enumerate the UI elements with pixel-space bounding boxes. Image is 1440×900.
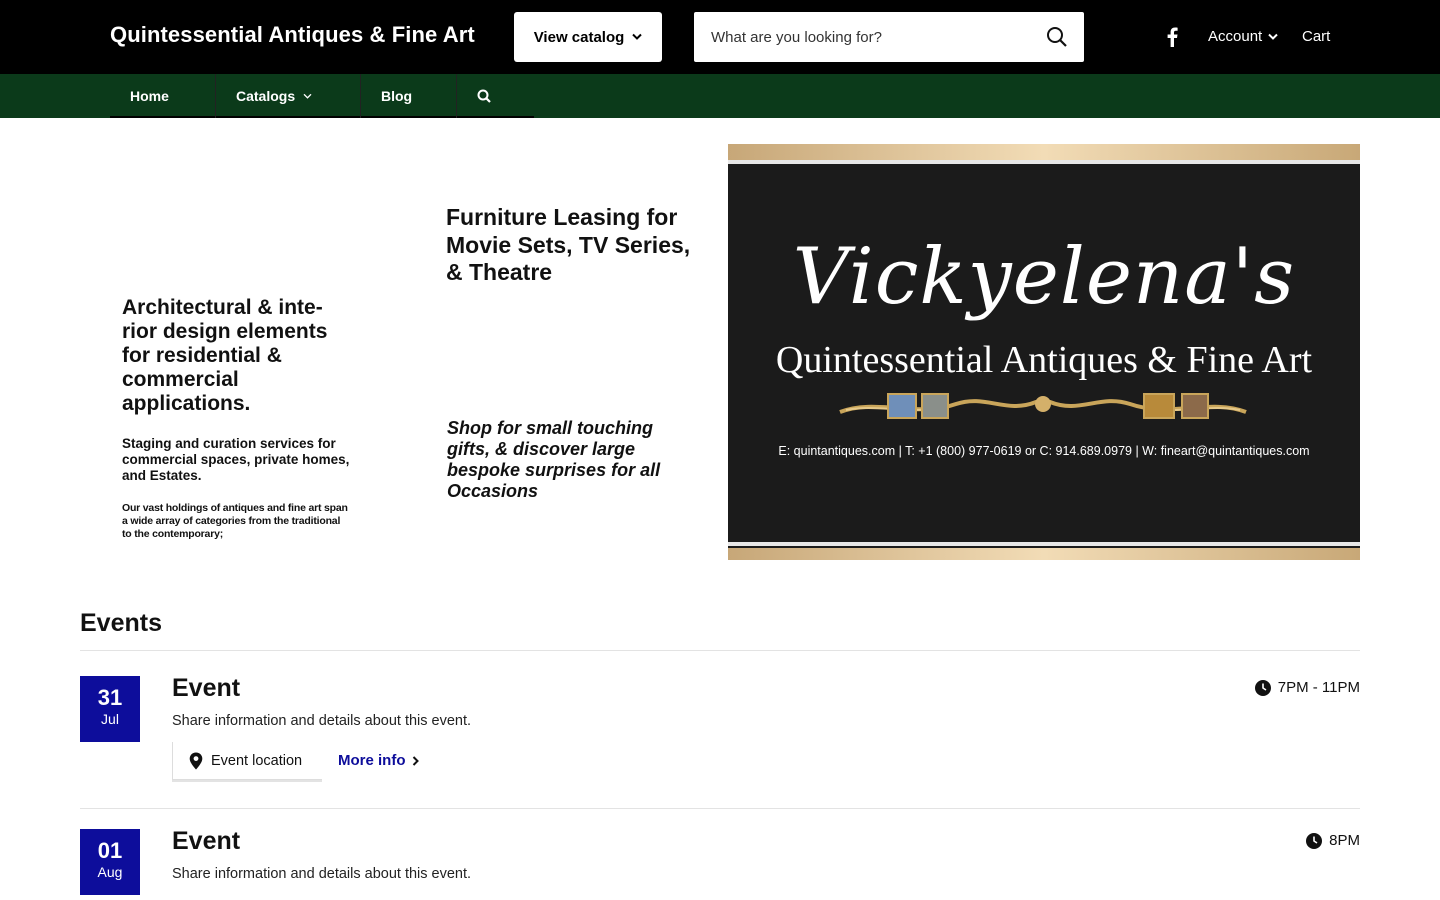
event-time: 8PM — [1306, 832, 1360, 849]
chevron-down-icon — [1268, 33, 1278, 40]
nav-item-catalogs[interactable]: Catalogs — [216, 74, 361, 118]
search-input[interactable] — [694, 12, 1034, 62]
main-navigation: Home Catalogs Blog — [0, 74, 1440, 118]
hero-left-column: Architectural & inte-rior design element… — [122, 296, 352, 541]
event-day: 01 — [97, 838, 123, 863]
facebook-icon[interactable] — [1164, 27, 1182, 47]
furniture-leasing-heading: Furniture Leasing for Movie Sets, TV Ser… — [446, 204, 691, 285]
nav-item-label: Catalogs — [236, 88, 296, 104]
event-time-text: 8PM — [1329, 832, 1360, 849]
clock-icon — [1306, 832, 1323, 849]
top-header: Quintessential Antiques & Fine Art View … — [0, 0, 1440, 74]
nav-search-button[interactable] — [457, 74, 534, 118]
event-date-badge: 01 Aug — [80, 829, 140, 895]
view-catalog-button[interactable]: View catalog — [514, 12, 662, 62]
event-day: 31 — [97, 685, 123, 710]
view-catalog-label: View catalog — [533, 28, 625, 46]
hero-small-text: Our vast holdings of antiques and fine a… — [122, 502, 348, 540]
more-info-link[interactable]: More info — [338, 752, 419, 769]
nav-list: Home Catalogs Blog — [110, 74, 534, 118]
chevron-down-icon — [303, 93, 312, 99]
event-location-text: Event location — [211, 752, 303, 769]
banner-script-name: Vickyelena's — [792, 232, 1296, 322]
banner-silver-band-bottom — [728, 542, 1360, 546]
event-location[interactable]: Event location — [172, 742, 322, 780]
more-info-label: More info — [338, 752, 406, 769]
banner-subtitle: Quintessential Antiques & Fine Art — [775, 339, 1313, 381]
event-title[interactable]: Event — [172, 827, 240, 856]
nav-item-label: Home — [130, 88, 169, 104]
brand-logo-text[interactable]: Quintessential Antiques & Fine Art — [110, 22, 475, 48]
event-time: 7PM - 11PM — [1254, 679, 1360, 696]
hero-heading: Architectural & inte-rior design element… — [122, 296, 328, 415]
nav-item-home[interactable]: Home — [110, 74, 216, 118]
event-description: Share information and details about this… — [172, 866, 472, 882]
account-menu[interactable]: Account — [1208, 28, 1278, 45]
gift-shop-tagline: Shop for small touching gifts, & discove… — [447, 418, 661, 501]
banner-gold-band-top — [728, 144, 1360, 160]
cart-link[interactable]: Cart — [1302, 28, 1330, 45]
event-time-text: 7PM - 11PM — [1277, 679, 1360, 696]
brand-banner-image: Vickyelena's Quintessential Antiques & F… — [728, 144, 1360, 560]
nav-item-blog[interactable]: Blog — [361, 74, 457, 118]
event-divider — [80, 808, 1360, 809]
account-label: Account — [1208, 28, 1263, 45]
chevron-down-icon — [632, 33, 643, 40]
hero-subheading: Staging and curation services for commer… — [122, 436, 350, 483]
gold-ornament-icon — [839, 393, 1247, 419]
clock-icon — [1254, 679, 1271, 696]
banner-contact-line: E: quintantiques.com | T: +1 (800) 977-0… — [778, 444, 1310, 458]
events-section-title: Events — [80, 609, 162, 637]
search-icon[interactable] — [1046, 26, 1068, 48]
event-date-badge: 31 Jul — [80, 676, 140, 742]
banner-gold-band-bottom — [728, 548, 1360, 560]
event-month: Aug — [97, 864, 123, 880]
section-divider — [80, 650, 1360, 651]
search-icon — [477, 89, 491, 103]
banner-silver-band-top — [728, 160, 1360, 164]
event-title[interactable]: Event — [172, 674, 240, 703]
chevron-right-icon — [412, 755, 419, 766]
map-pin-icon — [189, 752, 203, 769]
nav-item-label: Blog — [381, 88, 413, 104]
event-description: Share information and details about this… — [172, 713, 472, 729]
event-month: Jul — [101, 711, 119, 727]
search-bar — [694, 12, 1084, 62]
